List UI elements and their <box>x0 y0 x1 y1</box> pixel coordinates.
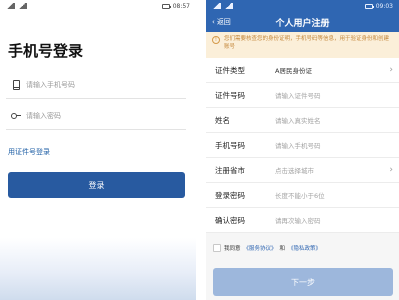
row-label: 确认密码 <box>215 215 245 225</box>
row-password[interactable]: 登录密码 长度不能小于6位 <box>206 183 399 208</box>
register-form: 证件类型 A居民身份证 › 证件号码 请输入证件号码 姓名 请输入真实姓名 手机… <box>206 58 399 233</box>
row-phone[interactable]: 手机号码 请输入手机号码 <box>206 133 399 158</box>
agree-and: 和 <box>279 246 286 252</box>
row-name[interactable]: 姓名 请输入真实姓名 <box>206 108 399 133</box>
chevron-right-icon: › <box>389 165 393 175</box>
row-id-number[interactable]: 证件号码 请输入证件号码 <box>206 83 399 108</box>
signal-icon <box>224 3 233 9</box>
status-time: 09:03 <box>375 2 393 10</box>
id-type-value: A居民身份证 <box>275 67 312 75</box>
register-screen: 09:03 ‹ 返回 个人用户注册 ! 您们需要核查您的身份证明，手机号码等信息… <box>206 0 399 300</box>
status-bar: 09:03 <box>206 0 399 12</box>
notice-banner: ! 您们需要核查您的身份证明，手机号码等信息，用于验证身份和创建账号 <box>206 32 399 58</box>
nav-bar: ‹ 返回 个人用户注册 <box>206 12 399 32</box>
row-label: 注册省市 <box>215 165 245 175</box>
row-label: 登录密码 <box>215 190 245 200</box>
phone-input[interactable] <box>26 80 186 89</box>
id-number-input[interactable]: 请输入证件号码 <box>275 90 321 100</box>
id-login-link[interactable]: 用证件号登录 <box>8 147 50 157</box>
agree-checkbox[interactable] <box>213 244 221 252</box>
row-confirm-password[interactable]: 确认密码 请再次输入密码 <box>206 208 399 233</box>
chevron-left-icon: ‹ <box>212 18 215 26</box>
status-bar: 08:57 <box>0 0 196 12</box>
row-label: 姓名 <box>215 115 230 125</box>
battery-icon <box>364 3 374 9</box>
row-label: 证件号码 <box>215 90 245 100</box>
key-icon <box>6 112 26 120</box>
login-screen: 08:57 手机号登录 用证件号登录 登录 <box>0 0 196 300</box>
notice-text: 您们需要核查您的身份证明，手机号码等信息，用于验证身份和创建账号 <box>224 36 390 50</box>
name-input[interactable]: 请输入真实姓名 <box>275 115 321 125</box>
signal-icon <box>18 3 27 9</box>
password-input[interactable] <box>26 111 186 120</box>
login-button[interactable]: 登录 <box>8 172 185 198</box>
back-label: 返回 <box>216 18 231 26</box>
phone-icon <box>6 79 26 90</box>
password-input[interactable]: 长度不能小于6位 <box>275 190 325 200</box>
next-button[interactable]: 下一步 <box>213 268 393 296</box>
service-agreement-link[interactable]: 《服务协议》 <box>244 244 277 252</box>
chevron-right-icon: › <box>389 65 393 75</box>
decorative-background <box>0 238 196 300</box>
warning-icon: ! <box>212 36 220 44</box>
password-field <box>6 102 186 130</box>
agree-prefix: 我同意 <box>224 246 241 252</box>
battery-icon <box>161 3 171 9</box>
status-time: 08:57 <box>172 2 190 10</box>
privacy-policy-link[interactable]: 《隐私政策》 <box>288 244 321 252</box>
back-button[interactable]: ‹ 返回 <box>212 12 231 32</box>
row-city[interactable]: 注册省市 点击选择城市 › <box>206 158 399 183</box>
agreement: 我同意 《服务协议》 和 《隐私政策》 <box>213 244 321 252</box>
city-select[interactable]: 点击选择城市 <box>275 165 314 175</box>
row-label: 证件类型 <box>215 65 245 75</box>
row-id-type[interactable]: 证件类型 A居民身份证 › <box>206 58 399 83</box>
confirm-password-input[interactable]: 请再次输入密码 <box>275 215 321 225</box>
signal-icon <box>212 3 221 9</box>
page-title: 个人用户注册 <box>275 18 330 29</box>
phone-field <box>6 71 186 99</box>
row-label: 手机号码 <box>215 140 245 150</box>
phone-input[interactable]: 请输入手机号码 <box>275 140 321 150</box>
signal-icon <box>6 3 15 9</box>
page-title: 手机号登录 <box>8 42 84 60</box>
